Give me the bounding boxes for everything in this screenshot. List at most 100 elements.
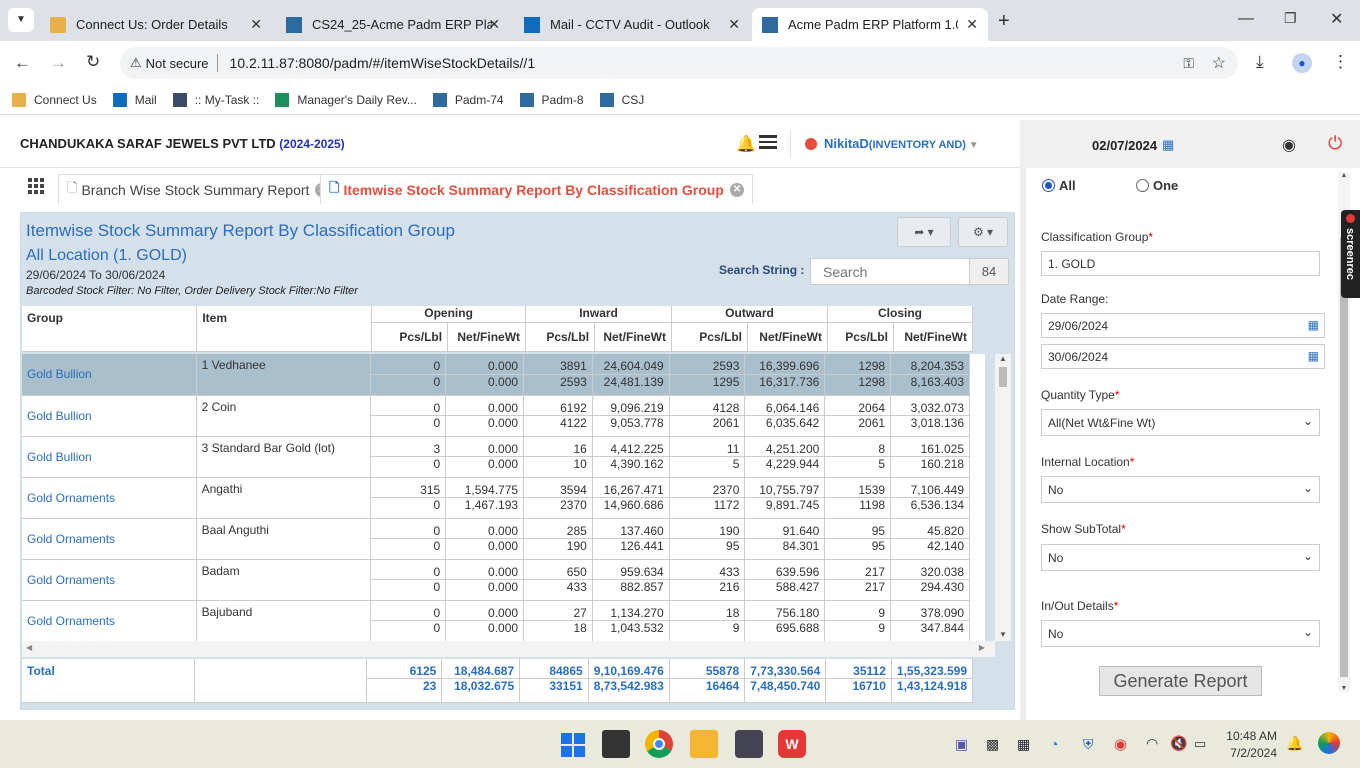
qty-type-select[interactable]: All(Net Wt&Fine Wt) ⌄ [1041, 409, 1320, 436]
inout-details-select[interactable]: No ⌄ [1041, 620, 1320, 647]
chrome-icon[interactable] [645, 730, 673, 758]
generate-report-button[interactable]: Generate Report [1099, 666, 1262, 696]
copilot-icon[interactable] [1318, 732, 1340, 754]
search-input[interactable] [810, 258, 970, 285]
share-button[interactable]: ➦ ▾ [897, 217, 951, 247]
tray-app-icon[interactable]: ◔ [1050, 736, 1058, 752]
horizontal-scrollbar[interactable]: ◀ ▶ [22, 641, 995, 657]
battery-icon[interactable]: ▭ [1194, 736, 1206, 752]
back-icon[interactable]: ← [14, 53, 31, 73]
value-cell: 190 [523, 538, 593, 560]
bookmark-padm-74[interactable]: Padm-74 [432, 92, 504, 107]
security-icon[interactable]: ⛨ [1083, 736, 1094, 753]
value-cell: 9,053.778 [592, 415, 670, 437]
group-cell[interactable]: Gold Ornaments [22, 518, 197, 560]
bookmark-connect-us[interactable]: Connect Us [12, 92, 97, 107]
tray-app-icon[interactable]: ▦ [1017, 736, 1030, 753]
table-row[interactable]: Gold Ornaments Bajuband 0 0.000 27 1,134.270 1… [22, 600, 970, 641]
wifi-icon[interactable]: ◠ [1146, 735, 1158, 752]
value-cell: 45.820 [890, 518, 970, 539]
classification-input[interactable]: 1. GOLD [1041, 251, 1320, 276]
tab-branch-wise-stock[interactable]: 🗋 Branch Wise Stock Summary Report ✕ [58, 174, 339, 204]
group-cell[interactable]: Gold Bullion [22, 436, 197, 478]
browser-tab-2[interactable]: CS24_25-Acme Padm ERP Platfo ✕ [276, 8, 510, 41]
table-row[interactable]: Gold Bullion 1 Vedhanee 0 0.000 3891 24,604.0… [22, 354, 970, 396]
browser-tab-1[interactable]: Connect Us: Order Details ✕ [40, 8, 272, 41]
close-icon[interactable]: ✕ [729, 182, 744, 197]
table-row[interactable]: Gold Bullion 3 Standard Bar Gold (lot) 3 0.… [22, 436, 970, 478]
table-row[interactable]: Gold Ornaments Baal Anguthi 0 0.000 285 137.4… [22, 518, 970, 560]
vertical-scrollbar[interactable]: ▲ ▼ [995, 354, 1011, 641]
screenrec-widget[interactable]: screenrec [1341, 210, 1360, 298]
notes-app-icon[interactable] [602, 730, 630, 758]
bookmark-padm-8[interactable]: Padm-8 [519, 92, 584, 107]
window-close-icon[interactable]: ✕ [1330, 9, 1343, 29]
star-icon[interactable]: ☆ [1212, 53, 1226, 73]
show-subtotal-select[interactable]: No ⌄ [1041, 544, 1320, 571]
tab-search-button[interactable]: ▼ [8, 8, 34, 32]
url-text[interactable]: 10.2.11.87:8080/padm/#/itemWiseStockDeta… [230, 55, 536, 71]
calendar-icon[interactable]: ▦ [1308, 318, 1319, 332]
bookmark-csj[interactable]: CSJ [599, 92, 644, 107]
item-cell: 1 Vedhanee [196, 354, 371, 396]
user-menu[interactable]: NikitaD(INVENTORY AND) ▼ [824, 136, 979, 151]
volume-icon[interactable]: 🔇 [1170, 735, 1187, 752]
table-row[interactable]: Gold Ornaments Angathi 315 1,594.775 3594 16,… [22, 477, 970, 519]
table-row[interactable]: Gold Bullion 2 Coin 0 0.000 6192 9,096.219 412… [22, 395, 970, 437]
file-explorer-icon[interactable] [690, 730, 718, 758]
browser-tab-3[interactable]: Mail - CCTV Audit - Outlook ✕ [514, 8, 750, 41]
minimize-icon[interactable]: — [1238, 10, 1254, 28]
notification-bell-icon[interactable]: 🔔 [1286, 735, 1303, 752]
close-icon[interactable]: ✕ [966, 16, 978, 33]
grid-icon[interactable] [28, 178, 46, 194]
forward-icon[interactable]: → [50, 53, 67, 73]
group-cell[interactable]: Gold Ornaments [22, 477, 197, 519]
key-icon[interactable]: ⚿ [1183, 55, 1194, 72]
date-to-input[interactable]: 30/06/2024 ▦ [1041, 344, 1325, 369]
download-icon[interactable]: ⤓ [1256, 52, 1264, 72]
omnibox[interactable]: ⚠ Not secure 10.2.11.87:8080/padm/#/item… [120, 47, 1238, 79]
calendar-icon[interactable]: ▦ [1162, 137, 1174, 153]
windows-start-icon[interactable] [558, 730, 586, 758]
value-cell: 91.640 [744, 518, 826, 539]
value-cell: 95 [824, 538, 892, 560]
new-tab-icon[interactable]: + [998, 10, 1010, 33]
calendar-icon[interactable]: ▦ [1308, 349, 1319, 363]
location-one-radio[interactable]: One [1136, 178, 1178, 193]
group-cell[interactable]: Gold Bullion [22, 395, 197, 437]
clock-time[interactable]: 10:48 AM [1222, 729, 1277, 743]
close-icon[interactable]: ✕ [728, 16, 740, 33]
settings-button[interactable]: ⚙ ▾ [958, 217, 1008, 247]
reload-icon[interactable]: ↻ [86, 52, 100, 72]
list-icon[interactable] [759, 135, 777, 149]
power-icon[interactable]: ⏻ [1328, 133, 1342, 154]
bookmark-my-task[interactable]: :: My-Task :: [172, 92, 259, 107]
location-all-radio[interactable]: All [1042, 178, 1076, 193]
menu-icon[interactable]: ⋮ [1332, 52, 1349, 72]
record-icon[interactable]: ◉ [1114, 735, 1127, 753]
profile-icon[interactable]: ● [1292, 53, 1312, 73]
restore-icon[interactable]: ❐ [1284, 10, 1297, 27]
bookmark-managers-review[interactable]: Manager's Daily Rev... [275, 92, 417, 107]
app-icon[interactable] [735, 730, 763, 758]
bookmark-favicon-icon [12, 92, 26, 107]
group-cell[interactable]: Gold Ornaments [22, 559, 197, 601]
close-icon[interactable]: ✕ [250, 16, 262, 33]
teams-icon[interactable]: ▣ [955, 736, 968, 753]
browser-tab-4[interactable]: Acme Padm ERP Platform 1.00 : ✕ [752, 8, 988, 41]
security-chip[interactable]: Not secure [146, 56, 209, 71]
group-cell[interactable]: Gold Bullion [22, 354, 197, 396]
date-from-input[interactable]: 29/06/2024 ▦ [1041, 313, 1325, 338]
clock-date[interactable]: 7/2/2024 [1222, 746, 1277, 760]
close-icon[interactable]: ✕ [488, 16, 500, 33]
wps-office-icon[interactable]: W [778, 730, 806, 758]
bell-icon[interactable]: 🔔 [736, 134, 756, 154]
tray-app-icon[interactable]: ▩ [986, 736, 999, 753]
table-row[interactable]: Gold Ornaments Badam 0 0.000 650 959.634 433 63… [22, 559, 970, 601]
group-cell[interactable]: Gold Ornaments [22, 600, 197, 641]
value-cell: 6,536.134 [890, 497, 970, 519]
bookmark-mail[interactable]: Mail [112, 92, 157, 107]
eye-off-icon[interactable]: ◉ [1282, 135, 1296, 155]
internal-location-select[interactable]: No ⌄ [1041, 476, 1320, 503]
tab-itemwise-stock[interactable]: 🗋 Itemwise Stock Summary Report By Class… [320, 174, 753, 204]
